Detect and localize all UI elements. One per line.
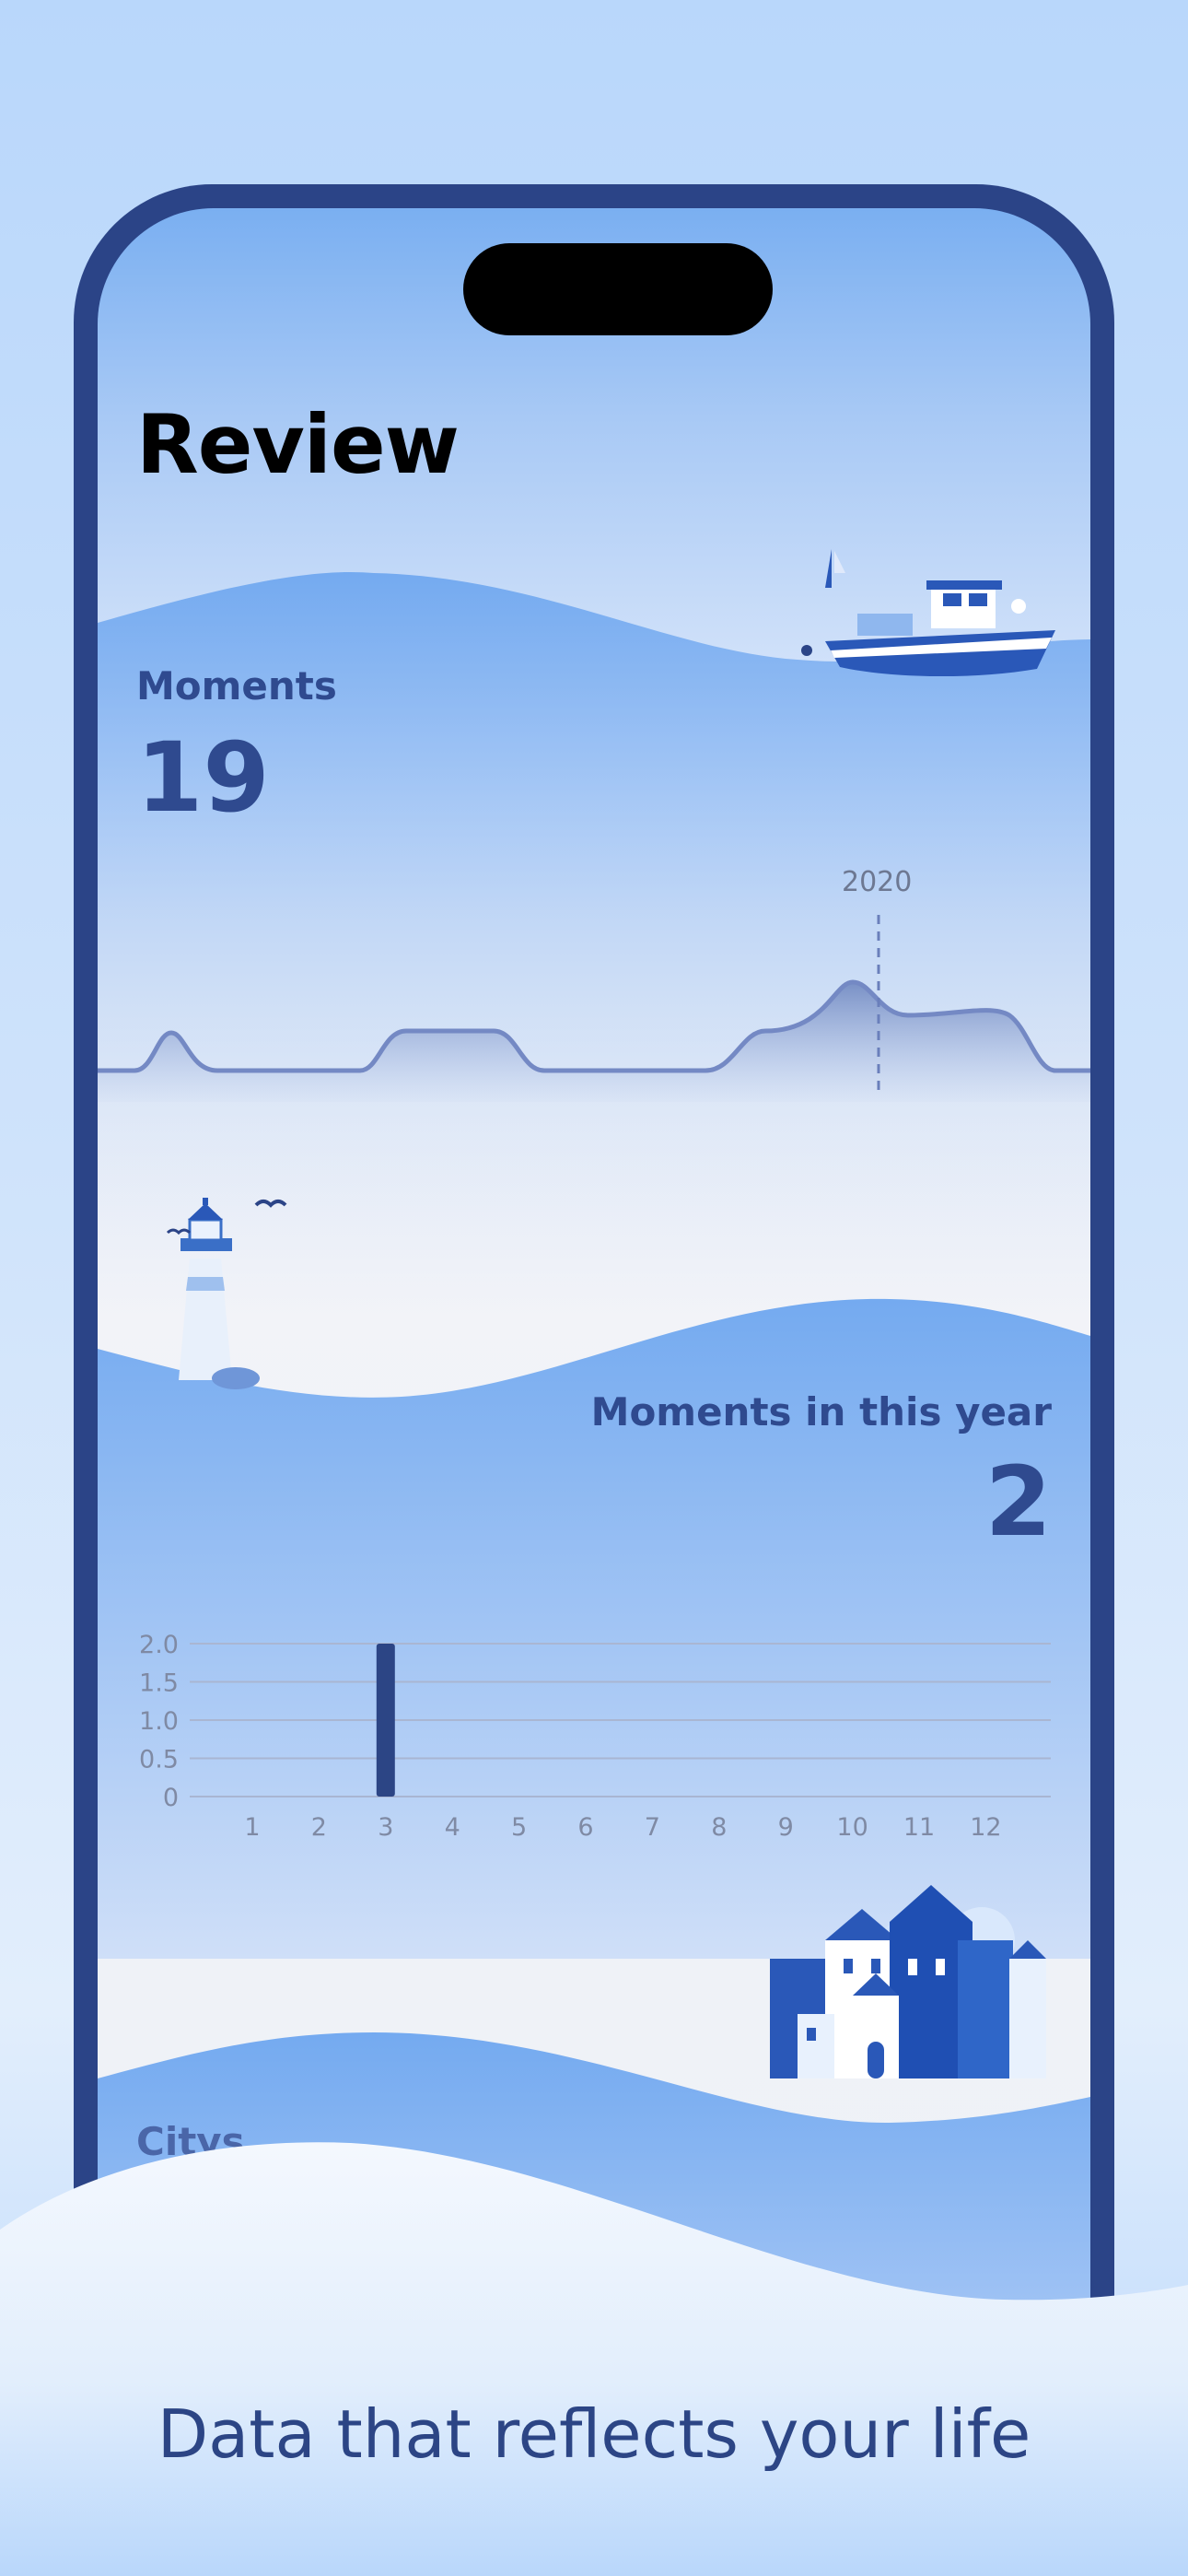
y-tick-label: 0 [163,1784,179,1812]
dynamic-island [463,243,773,335]
boat-icon [801,549,1055,677]
moments-count: 19 [136,721,270,834]
page-title: Review [136,397,460,492]
x-tick-label: 6 [577,1813,593,1842]
screen-graphics: 2.01.51.00.501 2 3 4 5 6 7 8 9 10 11 12 [98,549,1090,2303]
phone-frame: 2.0 1.5 1.0 0.5 0 1 2 3 4 5 6 7 8 9 10 11 12 Review Mome… [74,184,1114,2303]
x-tick-label: 11 [903,1813,935,1842]
x-tick-label: 3 [378,1813,393,1842]
tagline: Data that reflects your life [157,2395,1031,2473]
x-tick-label: 8 [711,1813,727,1842]
x-tick-label: 2 [311,1813,327,1842]
citys-label: Citys [136,2119,245,2164]
x-tick-label: 5 [511,1813,527,1842]
y-tick-label: 1.0 [139,1707,179,1736]
y-tick-label: 0.5 [139,1746,179,1774]
x-tick-label: 7 [645,1813,660,1842]
year-moments-label: Moments in this year [590,1389,1052,1434]
bar-month-3 [376,1644,395,1797]
y-tick-label: 2.0 [139,1631,179,1659]
year-moments-count: 2 [984,1446,1052,1558]
highlight-year-label: 2020 [842,866,913,898]
x-tick-label: 9 [778,1813,794,1842]
app-screen: 2.0 1.5 1.0 0.5 0 1 2 3 4 5 6 7 8 9 10 11 12 Review Mome… [98,208,1090,2303]
y-tick-label: 1.5 [139,1669,179,1698]
x-tick-label: 10 [836,1813,868,1842]
moments-label: Moments [136,663,337,708]
x-tick-label: 1 [244,1813,260,1842]
x-tick-label: 4 [445,1813,460,1842]
x-tick-label: 12 [970,1813,1001,1842]
